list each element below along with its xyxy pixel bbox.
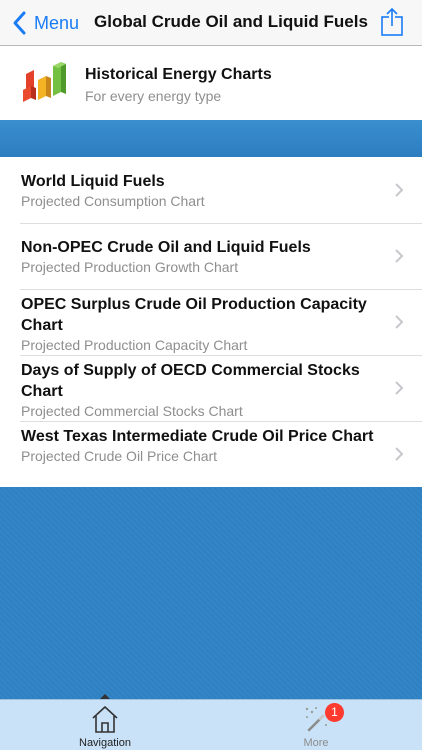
background-texture xyxy=(0,487,422,699)
tab-label: More xyxy=(303,737,329,749)
chevron-left-icon xyxy=(13,11,26,35)
list-item-subtitle: Projected Production Capacity Chart xyxy=(21,337,248,353)
list-item[interactable]: World Liquid Fuels Projected Consumption… xyxy=(0,157,422,223)
share-icon[interactable] xyxy=(380,7,404,37)
bar-chart-icon xyxy=(23,62,66,102)
navigation-bar: Menu Global Crude Oil and Liquid Fuels xyxy=(0,0,422,46)
banner-title: Historical Energy Charts xyxy=(85,66,272,83)
chevron-right-icon xyxy=(395,381,404,395)
chevron-right-icon xyxy=(395,447,404,461)
section-separator xyxy=(0,120,422,157)
list-item-title: OPEC Surplus Crude Oil Production Capaci… xyxy=(21,296,367,334)
tab-navigation[interactable]: Navigation xyxy=(45,694,165,750)
list-item-subtitle: Projected Crude Oil Price Chart xyxy=(21,448,218,464)
list-item-subtitle: Projected Production Growth Chart xyxy=(21,259,239,275)
list-item[interactable]: West Texas Intermediate Crude Oil Price … xyxy=(0,421,422,487)
selected-tab-indicator xyxy=(100,694,110,699)
list-item[interactable]: Days of Supply of OECD Commercial Stocks… xyxy=(0,355,422,421)
list-item-title: Non-OPEC Crude Oil and Liquid Fuels xyxy=(21,239,311,256)
home-icon xyxy=(92,706,118,733)
list-item-subtitle: Projected Commercial Stocks Chart xyxy=(21,403,243,419)
historical-charts-banner[interactable]: Historical Energy Charts For every energ… xyxy=(0,46,422,120)
back-button-label: Menu xyxy=(34,12,80,33)
list-item[interactable]: Non-OPEC Crude Oil and Liquid Fuels Proj… xyxy=(0,223,422,289)
chart-list: World Liquid Fuels Projected Consumption… xyxy=(0,157,422,487)
list-item[interactable]: OPEC Surplus Crude Oil Production Capaci… xyxy=(0,289,422,355)
list-item-subtitle: Projected Consumption Chart xyxy=(21,193,205,209)
tab-label: Navigation xyxy=(79,737,131,749)
page-title: Global Crude Oil and Liquid Fuels xyxy=(94,12,368,31)
notification-badge: 1 xyxy=(325,703,344,722)
list-item-title: World Liquid Fuels xyxy=(21,173,165,190)
back-button[interactable]: Menu xyxy=(10,10,79,36)
tab-bar: Navigation 1 More xyxy=(0,694,422,750)
tab-more[interactable]: 1 More xyxy=(256,700,376,750)
chevron-right-icon xyxy=(395,249,404,263)
banner-subtitle: For every energy type xyxy=(85,88,222,104)
list-item-title: West Texas Intermediate Crude Oil Price … xyxy=(21,428,374,445)
chevron-right-icon xyxy=(395,183,404,197)
list-item-title: Days of Supply of OECD Commercial Stocks… xyxy=(21,362,360,400)
chevron-right-icon xyxy=(395,315,404,329)
